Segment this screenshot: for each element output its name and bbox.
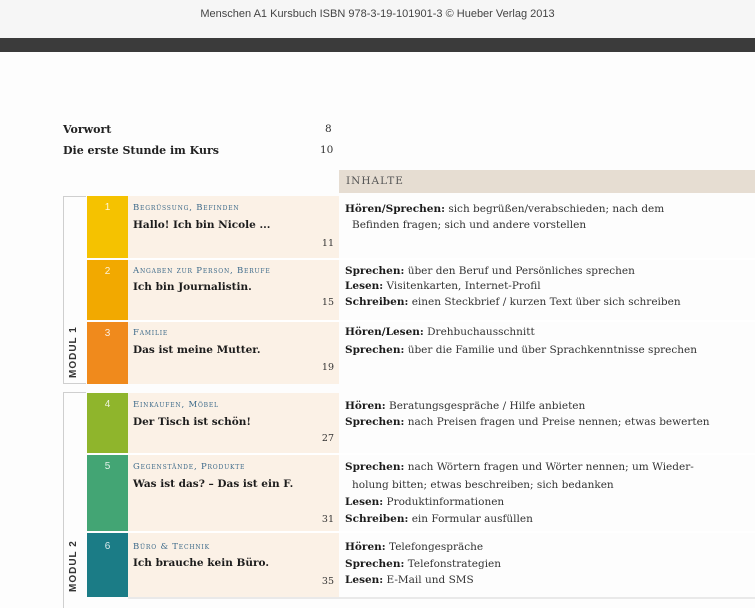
skill-label: Hören: [345, 541, 386, 553]
modul-1-label: MODUL 1 [68, 326, 79, 378]
lesson-title[interactable]: Was ist das? – Das ist ein F. [133, 478, 293, 490]
skill-label: Sprechen: [345, 558, 405, 570]
skill-label: Hören: [345, 400, 386, 412]
lesson-page-number: 35 [321, 576, 334, 587]
lesson-page-number: 27 [321, 433, 334, 444]
skill-text: Befinden fragen; sich und andere vorstel… [352, 219, 587, 231]
skill-text: Visitenkarten, Internet-Profil [386, 280, 541, 292]
content-line: Lesen: Produktinformationen [345, 496, 504, 508]
lesson-color-strip: 5 [87, 455, 128, 531]
skill-label: Sprechen: [345, 416, 405, 428]
content-line: holung bitten; etwas beschreiben; sich b… [352, 479, 614, 491]
lesson-number: 3 [104, 328, 111, 339]
content-line: Lesen: E-Mail und SMS [345, 574, 474, 586]
skill-text: holung bitten; etwas beschreiben; sich b… [352, 479, 614, 491]
lesson-color-strip: 6 [87, 533, 128, 597]
lesson-page-number: 19 [321, 362, 334, 373]
skill-text: E-Mail und SMS [386, 574, 474, 586]
document-caption: Menschen A1 Kursbuch ISBN 978-3-19-10190… [200, 8, 555, 20]
skill-text: Beratungsgespräche / Hilfe anbieten [389, 400, 586, 412]
skill-label: Lesen: [345, 574, 384, 586]
lesson-title[interactable]: Ich brauche kein Büro. [133, 557, 269, 569]
lesson-number: 6 [104, 541, 111, 552]
toc-page-number: 8 [325, 123, 332, 135]
content-line: Sprechen: nach Preisen fragen und Preise… [345, 416, 710, 428]
lesson-page-number: 11 [321, 238, 334, 249]
lesson-number: 4 [104, 399, 111, 410]
lesson-color-strip: 4 [87, 393, 128, 453]
lesson-page-number: 15 [321, 297, 334, 308]
skill-label: Hören/Sprechen: [345, 203, 445, 215]
lesson-color-strip: 1 [87, 196, 128, 258]
toc-entry-erste-stunde[interactable]: Die erste Stunde im Kurs [63, 144, 219, 157]
skill-text: Telefongespräche [389, 541, 484, 553]
lesson-topic: Gegenstände, Produkte [133, 462, 246, 472]
skill-text: Drehbuchausschnitt [427, 326, 535, 338]
content-line: Sprechen: Telefonstrategien [345, 558, 501, 570]
lesson-topic: Einkaufen, Möbel [133, 400, 219, 410]
skill-text: Telefonstrategien [407, 558, 502, 570]
content-line: Schreiben: einen Steckbrief / kurzen Tex… [345, 296, 681, 308]
skill-label: Sprechen: [345, 344, 405, 356]
lesson-number: 1 [104, 202, 111, 213]
skill-label: Hören/Lesen: [345, 326, 424, 338]
content-line: Hören: Telefongespräche [345, 541, 483, 553]
row-separator [128, 597, 755, 599]
skill-text: nach Preisen fragen und Preise nennen; e… [407, 416, 710, 428]
skill-label: Sprechen: [345, 265, 405, 277]
skill-text: über den Beruf und Persönliches sprechen [407, 265, 635, 277]
skill-label: Schreiben: [345, 296, 409, 308]
skill-text: sich begrüßen/verabschieden; nach dem [448, 203, 665, 215]
skill-label: Schreiben: [345, 513, 409, 525]
lesson-topic: Begrüssung, Befinden [133, 203, 240, 213]
lesson-topic: Familie [133, 328, 169, 338]
viewer-toolbar-band [0, 38, 755, 52]
skill-text: über die Familie und über Sprachkenntnis… [407, 344, 698, 356]
content-line: Hören/Lesen: Drehbuchausschnitt [345, 326, 535, 338]
skill-text: einen Steckbrief / kurzen Text über sich… [411, 296, 681, 308]
lesson-title[interactable]: Der Tisch ist schön! [133, 416, 251, 428]
lesson-color-strip: 2 [87, 260, 128, 320]
content-line: Hören: Beratungsgespräche / Hilfe anbiet… [345, 400, 585, 412]
lesson-color-strip: 3 [87, 322, 128, 384]
lesson-page-number: 31 [321, 514, 334, 525]
lesson-title[interactable]: Das ist meine Mutter. [133, 344, 261, 356]
lesson-topic: Angaben zur Person, Berufe [133, 266, 271, 276]
lesson-number: 5 [104, 461, 111, 472]
content-line: Sprechen: über den Beruf und Persönliche… [345, 265, 635, 277]
content-line: Hören/Sprechen: sich begrüßen/verabschie… [345, 203, 664, 215]
skill-text: nach Wörtern fragen und Wörter nennen; u… [407, 461, 694, 473]
inhalte-label: INHALTE [346, 175, 404, 187]
lesson-title[interactable]: Ich bin Journalistin. [133, 281, 252, 293]
skill-label: Lesen: [345, 280, 384, 292]
content-line: Lesen: Visitenkarten, Internet-Profil [345, 280, 541, 292]
toc-page-number: 10 [320, 144, 334, 156]
skill-label: Sprechen: [345, 461, 405, 473]
lesson-number: 2 [104, 266, 111, 277]
modul-2-label: MODUL 2 [68, 540, 79, 592]
content-line: Befinden fragen; sich und andere vorstel… [352, 219, 586, 231]
content-line: Sprechen: über die Familie und über Spra… [345, 344, 697, 356]
content-line: Sprechen: nach Wörtern fragen und Wörter… [345, 461, 694, 473]
lesson-title[interactable]: Hallo! Ich bin Nicole ... [133, 219, 270, 231]
skill-label: Lesen: [345, 496, 384, 508]
skill-text: Produktinformationen [386, 496, 505, 508]
toc-entry-vorwort[interactable]: Vorwort [63, 123, 111, 136]
pdf-title-bar: Menschen A1 Kursbuch ISBN 978-3-19-10190… [0, 0, 755, 38]
skill-text: ein Formular ausfüllen [411, 513, 533, 525]
content-line: Schreiben: ein Formular ausfüllen [345, 513, 533, 525]
lesson-topic: Büro & Technik [133, 542, 210, 552]
